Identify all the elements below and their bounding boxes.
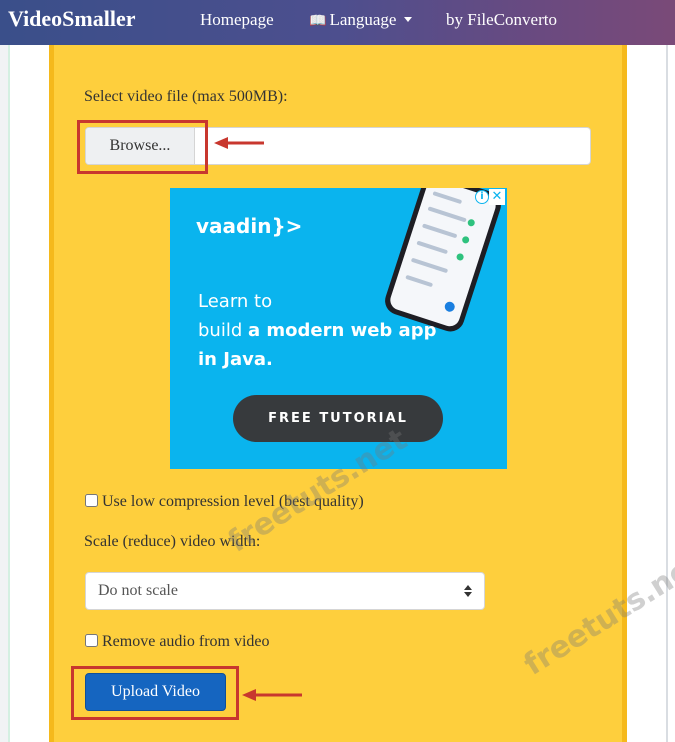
remove-audio-label: Remove audio from video (102, 633, 270, 650)
ad-cta-button[interactable]: FREE TUTORIAL (233, 395, 443, 442)
language-icon: 📖 (309, 14, 327, 29)
remove-audio-option[interactable]: Remove audio from video (85, 633, 270, 651)
ad-headline-3-bold: in Java. (198, 349, 273, 370)
ad-brand-logo: vaadin}> (196, 214, 303, 238)
nav-language-dropdown[interactable]: 📖 Language (309, 10, 413, 30)
ad-close-icon[interactable]: ✕ (489, 189, 505, 205)
ad-headline-2: build a modern web app (198, 320, 436, 341)
right-divider (666, 45, 668, 742)
left-divider (8, 45, 10, 742)
ad-info-icon[interactable]: i (475, 190, 489, 204)
nav-homepage-link[interactable]: Homepage (200, 10, 274, 30)
select-arrows-icon (464, 585, 472, 597)
nav-fileconverto-link[interactable]: by FileConverto (446, 10, 557, 30)
ad-headline-3: in Java. (198, 349, 273, 370)
advertisement[interactable]: vaadin}> Learn to build a modern web app… (170, 188, 507, 469)
select-file-label: Select video file (max 500MB): (84, 88, 288, 105)
scale-select[interactable]: Do not scale (85, 572, 485, 610)
left-margin (0, 45, 8, 742)
highlight-box-upload (71, 666, 239, 720)
chevron-down-icon (404, 16, 413, 22)
ad-headline-1: Learn to (198, 291, 273, 312)
brand-logo[interactable]: VideoSmaller (8, 6, 136, 32)
scale-select-value: Do not scale (98, 582, 178, 599)
remove-audio-checkbox[interactable] (85, 634, 98, 647)
low-compression-checkbox[interactable] (85, 494, 98, 507)
arrow-left-icon (242, 689, 302, 701)
arrow-left-icon (214, 137, 264, 149)
navbar: VideoSmaller Homepage 📖 Language by FileC… (0, 0, 675, 45)
ad-headline-2-pre: build (198, 320, 248, 341)
highlight-box-browse (77, 120, 208, 174)
phone-illustration (381, 188, 505, 336)
nav-language-label: Language (329, 10, 397, 29)
ad-headline-2-bold: a modern web app (247, 320, 437, 341)
